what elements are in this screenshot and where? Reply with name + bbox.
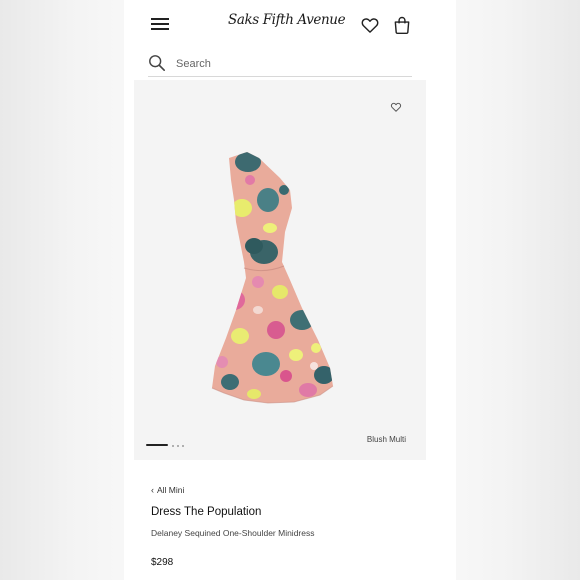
mobile-page: Saks Fifth Avenue Search Blush Multi ‹ A… [124,0,456,580]
breadcrumb-label: All Mini [157,485,185,495]
product-price: $298 [151,557,174,568]
search-input[interactable] [176,54,406,74]
color-caption: Blush Multi [366,435,406,444]
breadcrumb-link[interactable]: ‹ All Mini [151,485,184,495]
product-image-carousel[interactable]: Blush Multi [134,80,426,460]
saks-logo[interactable]: Saks Fifth Avenue [228,12,346,28]
product-name: Delaney Sequined One-Shoulder Minidress [151,528,315,538]
chevron-left-icon: ‹ [151,485,154,495]
heart-icon[interactable] [360,15,380,35]
site-header: Saks Fifth Avenue [124,0,456,50]
heart-icon[interactable] [390,101,402,113]
shopping-bag-icon[interactable] [392,15,412,35]
product-brand[interactable]: Dress The Population [151,506,261,518]
hamburger-menu-icon[interactable] [151,16,169,30]
carousel-dot[interactable] [177,445,179,447]
dress-image [211,152,334,404]
carousel-dot[interactable] [182,445,184,447]
carousel-dot-active[interactable] [146,444,168,446]
search-icon[interactable] [148,54,166,72]
search-bar [148,52,412,77]
carousel-dot[interactable] [172,445,174,447]
